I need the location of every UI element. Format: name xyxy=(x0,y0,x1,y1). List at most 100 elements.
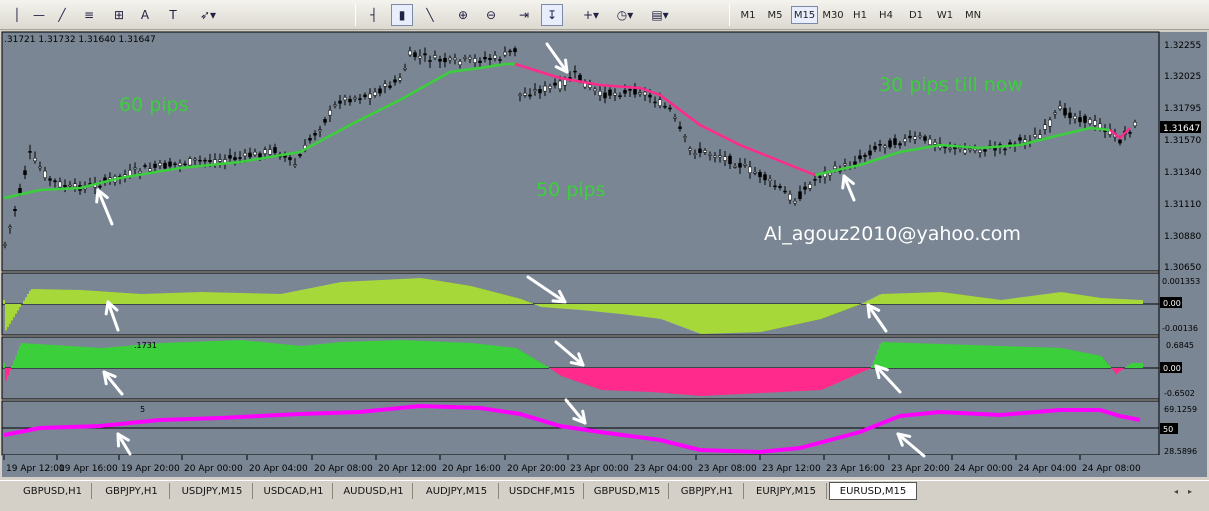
histogram-bar xyxy=(123,292,125,304)
histogram-bar xyxy=(1053,347,1055,368)
histogram-bar xyxy=(611,368,613,391)
histogram-bar xyxy=(839,368,841,382)
chart-tab[interactable]: USDCHF,M15 xyxy=(501,483,584,499)
chart-tab[interactable]: GBPUSD,H1 xyxy=(14,483,92,499)
histogram-bar xyxy=(555,368,557,373)
bar-chart-icon[interactable]: ┤ xyxy=(363,4,385,26)
timeframe-h4[interactable]: H4 xyxy=(875,6,897,24)
histogram-bar xyxy=(485,289,487,304)
time-label: 24 Apr 00:00 xyxy=(954,464,1013,474)
chart-shift-icon[interactable]: ⇥ xyxy=(513,4,535,26)
zoom-out-icon[interactable]: ⊖ xyxy=(480,4,502,26)
periods-icon[interactable]: ◷▾ xyxy=(612,4,638,26)
timeframe-h1[interactable]: H1 xyxy=(849,6,871,24)
chart-tab[interactable]: USDCAD,H1 xyxy=(255,483,333,499)
chart-tab[interactable]: EURJPY,M15 xyxy=(746,483,827,499)
histogram-bar xyxy=(197,292,199,304)
chart-tab[interactable]: AUDJPY,M15 xyxy=(415,483,499,499)
histogram-bar xyxy=(379,280,381,304)
histogram-bar xyxy=(247,293,249,304)
histogram-bar xyxy=(867,368,869,370)
histogram-bar xyxy=(337,342,339,368)
histogram-bar xyxy=(891,293,893,304)
histogram-bar xyxy=(537,304,539,306)
candlestick-icon[interactable]: ▮ xyxy=(391,4,413,26)
cursor-icon[interactable]: │ xyxy=(6,4,28,26)
histogram-bar xyxy=(447,342,449,368)
histogram-bar xyxy=(417,278,419,304)
price-chart[interactable]: 1.32255 1.32025 1.31795 1.31647 1.31570 … xyxy=(0,30,1209,480)
timeframe-w1[interactable]: W1 xyxy=(934,6,956,24)
histogram-bar xyxy=(451,282,453,304)
timeframe-m1[interactable]: M1 xyxy=(736,6,760,24)
histogram-bar xyxy=(401,278,403,304)
chart-tab[interactable]: USDJPY,M15 xyxy=(172,483,253,499)
histogram-bar xyxy=(627,304,629,315)
histogram-bar xyxy=(397,279,399,304)
histogram-bar xyxy=(853,368,855,376)
histogram-bar xyxy=(381,279,383,304)
histogram-bar xyxy=(573,368,575,381)
chart-tab[interactable]: GBPUSD,M15 xyxy=(586,483,669,499)
histogram-bar xyxy=(583,304,585,311)
indicators-icon[interactable]: +▾ xyxy=(578,4,604,26)
sub3-max-label: 69.1259 xyxy=(1164,405,1197,414)
histogram-bar xyxy=(265,342,267,368)
chart-tab[interactable]: EURUSD,M15 xyxy=(829,482,917,500)
histogram-bar xyxy=(525,301,527,304)
histogram-bar xyxy=(607,304,609,313)
text-label-icon[interactable]: T xyxy=(162,4,184,26)
tab-scroll-left-icon[interactable]: ◂ xyxy=(1170,484,1182,498)
fibonacci-icon[interactable]: ≡ xyxy=(78,4,100,26)
histogram-bar xyxy=(1035,347,1037,368)
arrows-icon[interactable]: ➶▾ xyxy=(195,4,221,26)
tab-scroll-right-icon[interactable]: ▸ xyxy=(1184,484,1196,498)
histogram-bar xyxy=(369,341,371,368)
histogram-bar xyxy=(723,368,725,395)
histogram-bar xyxy=(671,368,673,394)
histogram-bar xyxy=(781,368,783,392)
grid-icon[interactable]: ⊞ xyxy=(108,4,130,26)
histogram-bar xyxy=(957,344,959,368)
horizontal-line-icon[interactable]: — xyxy=(28,4,50,26)
histogram-bar xyxy=(499,293,501,304)
histogram-bar xyxy=(447,282,449,304)
histogram-bar xyxy=(749,304,751,333)
chart-tab[interactable]: GBPJPY,H1 xyxy=(94,483,170,499)
histogram-bar xyxy=(513,297,515,304)
histogram-bar xyxy=(305,345,307,368)
templates-icon[interactable]: ▤▾ xyxy=(646,4,674,26)
histogram-bar xyxy=(1135,363,1137,368)
histogram-bar xyxy=(37,344,39,368)
histogram-bar xyxy=(273,343,275,368)
histogram-bar xyxy=(663,368,665,394)
line-chart-icon[interactable]: ╲ xyxy=(419,4,441,26)
zoom-in-icon[interactable]: ⊕ xyxy=(452,4,474,26)
histogram-bar xyxy=(179,342,181,368)
histogram-bar xyxy=(1133,299,1135,304)
timeframe-mn[interactable]: MN xyxy=(961,6,985,24)
timeframe-m5[interactable]: M5 xyxy=(763,6,787,24)
histogram-bar xyxy=(333,342,335,368)
histogram-bar xyxy=(389,340,391,368)
chart-tab[interactable]: GBPJPY,H1 xyxy=(671,483,744,499)
chart-window[interactable]: 1.32255 1.32025 1.31795 1.31647 1.31570 … xyxy=(0,30,1209,480)
text-A-icon[interactable]: A xyxy=(134,4,156,26)
histogram-bar xyxy=(637,304,639,317)
histogram-bar xyxy=(613,368,615,391)
histogram-bar xyxy=(893,342,895,368)
histogram-bar xyxy=(389,279,391,304)
histogram-bar xyxy=(1083,295,1085,304)
annotation-email: Al_agouz2010@yahoo.com xyxy=(764,223,1021,245)
timeframe-d1[interactable]: D1 xyxy=(905,6,927,24)
autoscroll-icon[interactable]: ↧ xyxy=(541,4,563,26)
trendline-icon[interactable]: ╱ xyxy=(51,4,73,26)
histogram-bar xyxy=(15,355,17,368)
chart-tab[interactable]: AUDUSD,H1 xyxy=(335,483,413,499)
timeframe-m30[interactable]: M30 xyxy=(820,6,846,24)
histogram-bar xyxy=(345,341,347,368)
histogram-bar xyxy=(765,304,767,331)
histogram-bar xyxy=(1125,366,1127,368)
histogram-bar xyxy=(233,292,235,304)
timeframe-m15[interactable]: M15 xyxy=(791,6,818,24)
